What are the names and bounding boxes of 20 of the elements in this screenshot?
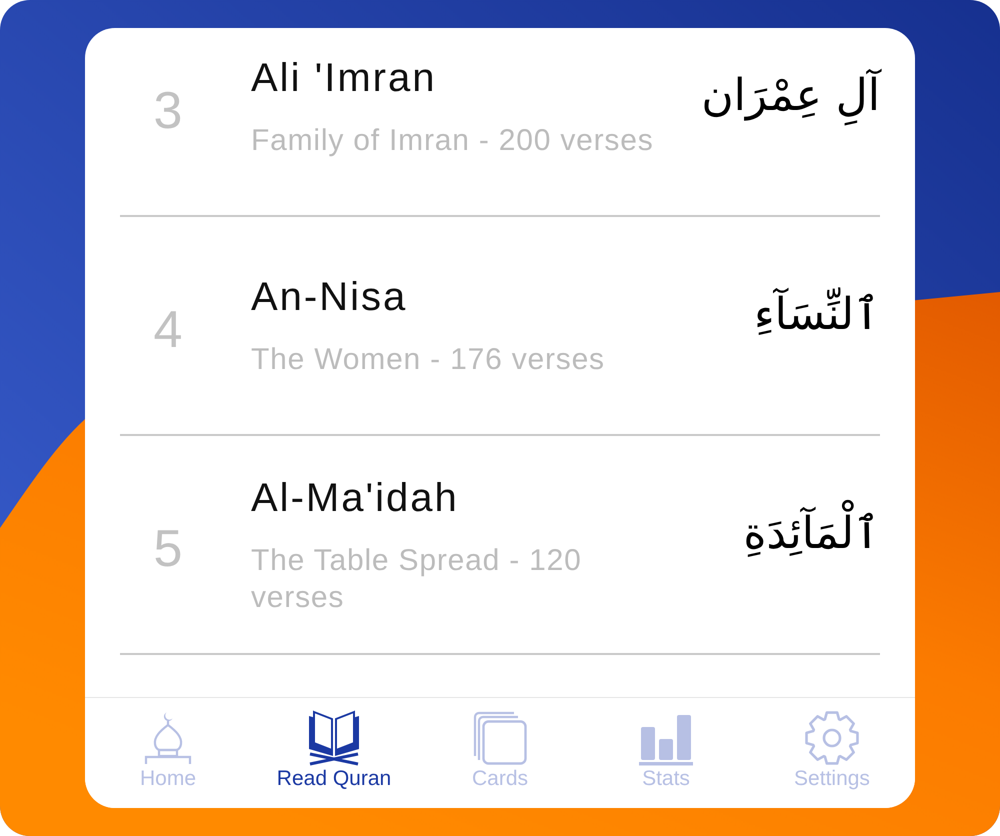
arabic-surah-name: ٱلْمَآئِدَةِ bbox=[743, 502, 880, 566]
surah-name: Al-Ma'idah bbox=[251, 474, 459, 522]
settings-icon bbox=[804, 710, 860, 766]
tab-bar-item[interactable]: Home bbox=[85, 698, 251, 808]
surah-subtitle: Family of Imran - 200 verses bbox=[251, 123, 654, 159]
surah-subtitle: The Women - 176 verses bbox=[251, 342, 605, 378]
tab-bar-item[interactable]: Settings bbox=[749, 698, 915, 808]
tab-bar-item[interactable]: Read Quran bbox=[251, 698, 417, 808]
tab-bar-item[interactable]: Stats bbox=[583, 698, 749, 808]
tab-bar-item[interactable]: Cards bbox=[417, 698, 583, 808]
stacked-cards-icon bbox=[472, 710, 528, 766]
arabic-surah-name: ٱلنِّسَآءِ bbox=[754, 286, 880, 342]
book-on-stand-icon bbox=[306, 710, 362, 766]
surah-name: Ali 'Imran bbox=[251, 55, 436, 102]
arabic-surah-name: آلِ عِمْرَان bbox=[701, 64, 880, 128]
surah-number: 4 bbox=[152, 300, 184, 360]
surah-subtitle: The Table Spread - 120 verses bbox=[251, 542, 583, 616]
surah-number: 3 bbox=[152, 80, 184, 140]
surah-number: 5 bbox=[152, 518, 184, 578]
surah-name: An-Nisa bbox=[251, 274, 408, 321]
